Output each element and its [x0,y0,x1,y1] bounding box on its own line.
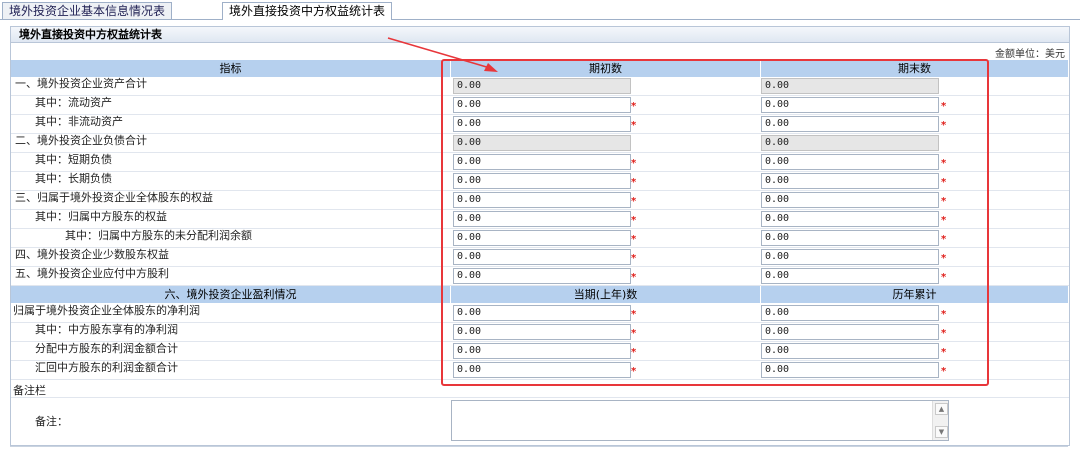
required-mark: * [941,158,947,169]
end-input[interactable]: 0.00 [761,173,939,189]
header-end: 期末数 [761,60,1069,77]
end-input: 0.00 [761,78,939,94]
row-divider [11,114,1069,115]
required-mark: * [631,120,637,131]
current-input[interactable]: 0.00 [453,305,631,321]
end-input: 0.00 [761,135,939,151]
begin-input[interactable]: 0.00 [453,97,631,113]
required-mark: * [941,196,947,207]
memo-label: 备注： [35,415,68,428]
end-input[interactable]: 0.00 [761,97,939,113]
end-input[interactable]: 0.00 [761,249,939,265]
current-input[interactable]: 0.00 [453,362,631,378]
row-label: 其中：非流动资产 [35,115,123,128]
required-mark: * [631,253,637,264]
begin-input[interactable]: 0.00 [453,192,631,208]
required-mark: * [941,253,947,264]
end-input[interactable]: 0.00 [761,154,939,170]
required-mark: * [631,272,637,283]
memo-textarea[interactable]: ▲ ▼ [451,400,949,441]
row-divider [11,95,1069,96]
begin-input[interactable]: 0.00 [453,116,631,132]
required-mark: * [631,347,637,358]
begin-input[interactable]: 0.00 [453,173,631,189]
scroll-up-icon[interactable]: ▲ [935,403,948,415]
cumulative-input[interactable]: 0.00 [761,362,939,378]
memo-section-label: 备注栏 [13,384,46,397]
row-divider [11,266,1069,267]
tab-bar: 境外投资企业基本信息情况表 境外直接投资中方权益统计表 [0,0,1080,20]
panel-title: 境外直接投资中方权益统计表 [11,27,1069,43]
bottom-border [10,446,1068,447]
row-label: 三、归属于境外投资企业全体股东的权益 [15,191,213,204]
begin-input[interactable]: 0.00 [453,249,631,265]
row-divider [11,133,1069,134]
current-input[interactable]: 0.00 [453,343,631,359]
equity-stats-panel: 境外直接投资中方权益统计表 金额单位：美元 指标 期初数 期末数 一、境外投资企… [10,26,1070,446]
required-mark: * [941,177,947,188]
required-mark: * [631,366,637,377]
cumulative-input[interactable]: 0.00 [761,324,939,340]
required-mark: * [941,272,947,283]
tab-equity-stats[interactable]: 境外直接投资中方权益统计表 [222,2,393,20]
row-label: 其中：归属中方股东的未分配利润余额 [65,229,252,242]
scroll-down-icon[interactable]: ▼ [935,426,948,438]
begin-input: 0.00 [453,78,631,94]
required-mark: * [941,120,947,131]
required-mark: * [631,309,637,320]
profit-row-label: 分配中方股东的利润金额合计 [35,342,178,355]
divider [11,397,1069,398]
current-input[interactable]: 0.00 [453,324,631,340]
unit-label: 金额单位：美元 [995,49,1065,60]
end-input[interactable]: 0.00 [761,211,939,227]
row-label: 五、境外投资企业应付中方股利 [15,267,169,280]
required-mark: * [941,215,947,226]
row-divider [11,247,1069,248]
required-mark: * [941,328,947,339]
begin-input[interactable]: 0.00 [453,211,631,227]
required-mark: * [941,366,947,377]
required-mark: * [941,309,947,320]
end-input[interactable]: 0.00 [761,116,939,132]
end-input[interactable]: 0.00 [761,230,939,246]
begin-input[interactable]: 0.00 [453,268,631,284]
row-label: 其中：长期负债 [35,172,112,185]
row-label: 一、境外投资企业资产合计 [15,77,147,90]
required-mark: * [941,347,947,358]
required-mark: * [631,158,637,169]
required-mark: * [631,234,637,245]
required-mark: * [631,196,637,207]
memo-scrollbar[interactable]: ▲ ▼ [932,401,948,440]
tab-basic-info[interactable]: 境外投资企业基本信息情况表 [2,2,173,19]
begin-input: 0.00 [453,135,631,151]
begin-input[interactable]: 0.00 [453,154,631,170]
profit-row-label: 归属于境外投资企业全体股东的净利润 [13,304,200,317]
row-divider [11,171,1069,172]
row-divider [11,152,1069,153]
row-label: 二、境外投资企业负债合计 [15,134,147,147]
row-label: 其中：短期负债 [35,153,112,166]
row-label: 其中：归属中方股东的权益 [35,210,167,223]
begin-input[interactable]: 0.00 [453,230,631,246]
required-mark: * [941,234,947,245]
row-label: 其中：流动资产 [35,96,112,109]
end-input[interactable]: 0.00 [761,268,939,284]
header-current: 当期(上年)数 [451,286,761,303]
row-label: 四、境外投资企业少数股东权益 [15,248,169,261]
end-input[interactable]: 0.00 [761,192,939,208]
cumulative-input[interactable]: 0.00 [761,305,939,321]
header-begin: 期初数 [451,60,761,77]
row-divider [11,209,1069,210]
required-mark: * [941,101,947,112]
cumulative-input[interactable]: 0.00 [761,343,939,359]
profit-row-label: 汇回中方股东的利润金额合计 [35,361,178,374]
required-mark: * [631,328,637,339]
divider [11,379,1069,380]
required-mark: * [631,177,637,188]
profit-row-label: 其中：中方股东享有的净利润 [35,323,178,336]
required-mark: * [631,101,637,112]
header-cumulative: 历年累计 [761,286,1069,303]
required-mark: * [631,215,637,226]
